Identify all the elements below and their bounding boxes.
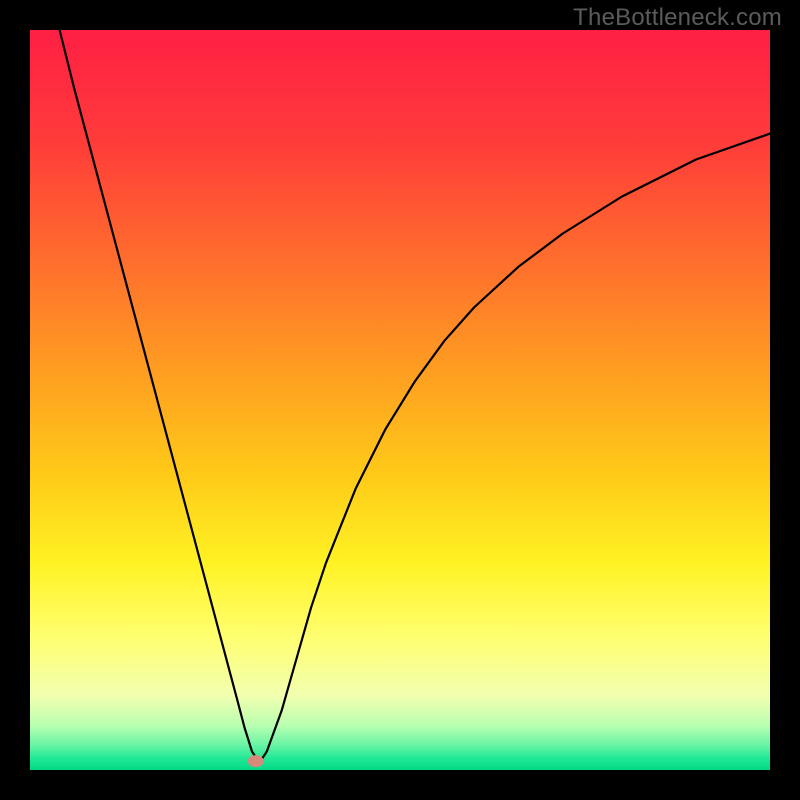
plot-area [30,30,770,770]
optimum-marker [248,755,264,767]
chart-container: TheBottleneck.com [0,0,800,800]
bottleneck-chart [30,30,770,770]
watermark-text: TheBottleneck.com [573,4,782,32]
